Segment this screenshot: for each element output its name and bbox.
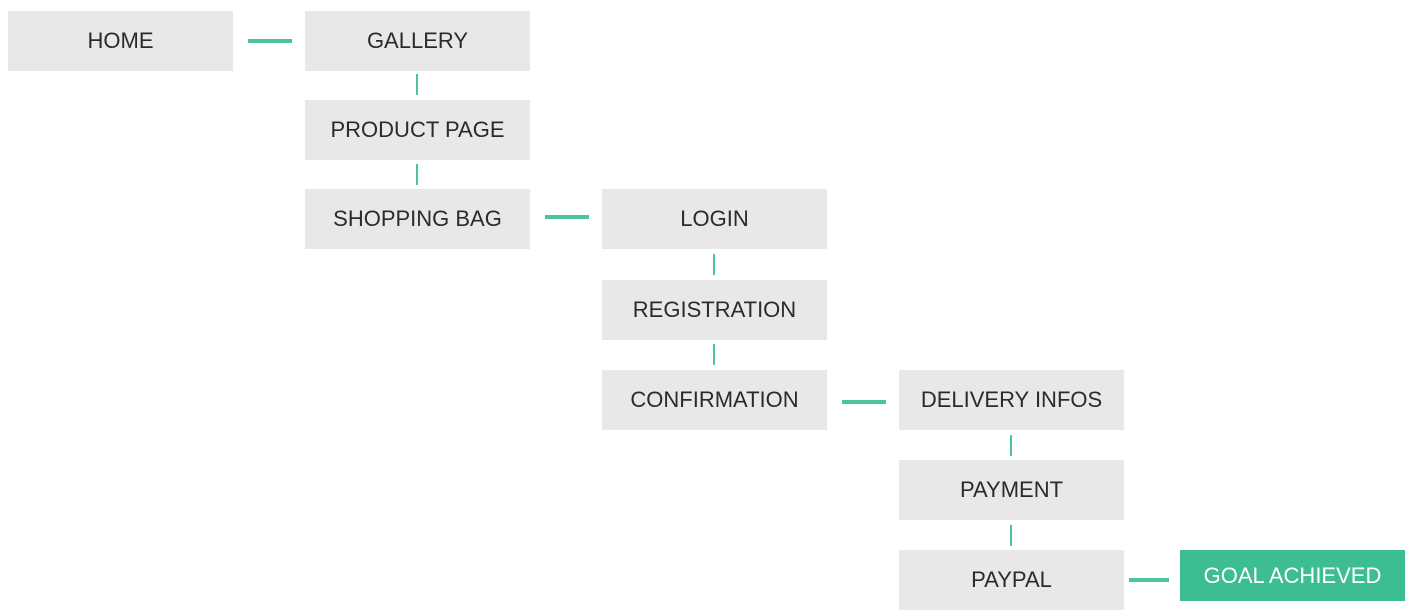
node-confirmation: CONFIRMATION xyxy=(602,370,827,430)
connector-bag-login xyxy=(545,215,589,219)
connector-registration-confirmation xyxy=(713,344,715,365)
node-payment: PAYMENT xyxy=(899,460,1124,520)
connector-paypal-goal xyxy=(1129,578,1169,582)
node-paypal: PAYPAL xyxy=(899,550,1124,610)
user-flow-diagram: HOME GALLERY PRODUCT PAGE SHOPPING BAG L… xyxy=(0,0,1408,610)
connector-confirmation-delivery xyxy=(842,400,886,404)
connector-home-gallery xyxy=(248,39,292,43)
connector-product-bag xyxy=(416,164,418,185)
connector-gallery-product xyxy=(416,74,418,95)
node-home: HOME xyxy=(8,11,233,71)
connector-login-registration xyxy=(713,254,715,275)
connector-payment-paypal xyxy=(1010,525,1012,546)
node-gallery: GALLERY xyxy=(305,11,530,71)
node-login: LOGIN xyxy=(602,189,827,249)
node-goal-achieved: GOAL ACHIEVED xyxy=(1180,550,1405,601)
node-product-page: PRODUCT PAGE xyxy=(305,100,530,160)
node-delivery-infos: DELIVERY INFOS xyxy=(899,370,1124,430)
node-registration: REGISTRATION xyxy=(602,280,827,340)
node-shopping-bag: SHOPPING BAG xyxy=(305,189,530,249)
connector-delivery-payment xyxy=(1010,435,1012,456)
